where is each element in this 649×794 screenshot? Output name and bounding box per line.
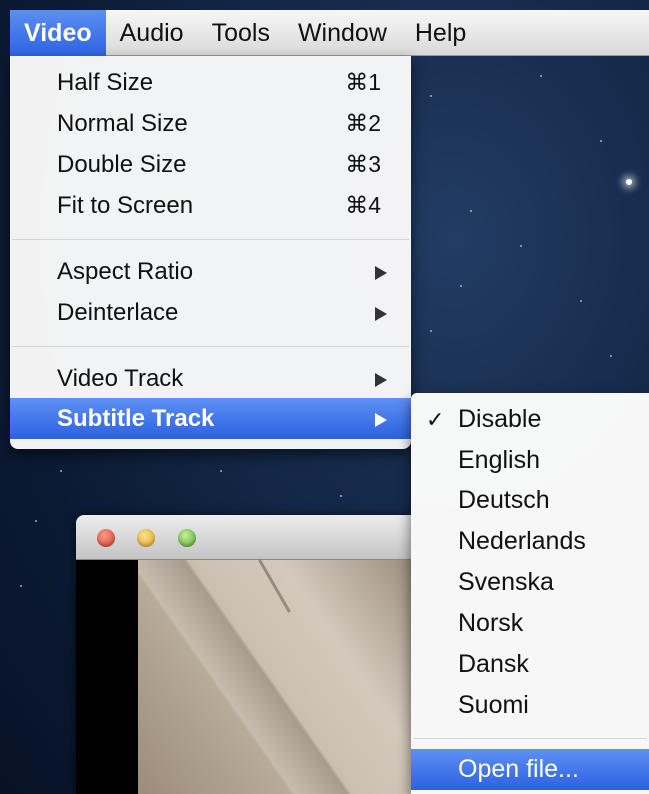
subtitle-option-disable[interactable]: ✓ Disable bbox=[411, 399, 649, 440]
menu-item-label: Subtitle Track bbox=[57, 405, 215, 432]
star bbox=[580, 300, 582, 302]
menu-item-shortcut: ⌘3 bbox=[345, 151, 381, 177]
subtitle-track-submenu: ✓ Disable English Deutsch Nederlands Sve… bbox=[411, 393, 649, 794]
subtitle-option-label: Suomi bbox=[458, 691, 529, 719]
star bbox=[540, 75, 542, 77]
menu-video[interactable]: Video bbox=[10, 9, 106, 56]
subtitle-option-label: Disable bbox=[458, 405, 542, 433]
submenu-arrow-icon bbox=[375, 307, 387, 321]
video-frame bbox=[138, 559, 411, 794]
subtitle-option-label: Nederlands bbox=[458, 527, 586, 555]
bright-star bbox=[626, 179, 632, 185]
submenu-arrow-icon bbox=[375, 266, 387, 280]
menu-item-double-size[interactable]: Double Size ⌘3 bbox=[10, 144, 411, 185]
menu-item-label: Double Size bbox=[57, 151, 187, 178]
menu-window[interactable]: Window bbox=[284, 10, 401, 56]
checkmark-icon: ✓ bbox=[426, 407, 445, 432]
subtitle-option-label: Dansk bbox=[458, 650, 529, 678]
star bbox=[60, 470, 62, 472]
subtitle-option-svenska[interactable]: Svenska bbox=[411, 562, 649, 603]
zoom-window-icon[interactable] bbox=[178, 529, 196, 547]
menu-item-aspect-ratio[interactable]: Aspect Ratio bbox=[10, 251, 411, 292]
subtitle-option-deutsch[interactable]: Deutsch bbox=[411, 480, 649, 521]
menu-item-label: Video Track bbox=[57, 365, 184, 392]
close-window-icon[interactable] bbox=[97, 529, 115, 547]
menu-item-half-size[interactable]: Half Size ⌘1 bbox=[10, 62, 411, 103]
menu-bar: Video Audio Tools Window Help bbox=[10, 9, 649, 56]
player-window[interactable] bbox=[76, 515, 411, 794]
subtitle-option-label: Svenska bbox=[458, 568, 554, 596]
star bbox=[220, 470, 222, 472]
star bbox=[600, 140, 602, 142]
menu-item-fit-to-screen[interactable]: Fit to Screen ⌘4 bbox=[10, 185, 411, 226]
subtitle-option-label: Open file... bbox=[458, 755, 579, 783]
submenu-arrow-icon bbox=[375, 373, 387, 387]
menu-separator bbox=[413, 738, 647, 739]
minimize-window-icon[interactable] bbox=[137, 529, 155, 547]
window-titlebar[interactable] bbox=[76, 515, 411, 560]
menu-item-label: Normal Size bbox=[57, 110, 188, 137]
menu-separator bbox=[12, 346, 409, 347]
menu-tools[interactable]: Tools bbox=[198, 10, 284, 56]
menu-audio[interactable]: Audio bbox=[106, 10, 198, 56]
menu-item-normal-size[interactable]: Normal Size ⌘2 bbox=[10, 103, 411, 144]
menu-item-label: Aspect Ratio bbox=[57, 258, 194, 285]
menu-item-label: Deinterlace bbox=[57, 299, 179, 326]
menu-item-label: Fit to Screen bbox=[57, 192, 194, 219]
menu-item-video-track[interactable]: Video Track bbox=[10, 358, 411, 399]
video-menu: Half Size ⌘1 Normal Size ⌘2 Double Size … bbox=[10, 56, 411, 449]
subtitle-option-nederlands[interactable]: Nederlands bbox=[411, 521, 649, 562]
subtitle-open-file[interactable]: Open file... bbox=[411, 749, 649, 790]
star bbox=[520, 245, 522, 247]
star bbox=[430, 95, 432, 97]
star bbox=[20, 585, 22, 587]
menu-item-shortcut: ⌘1 bbox=[345, 69, 381, 95]
video-detail bbox=[258, 559, 291, 613]
subtitle-option-suomi[interactable]: Suomi bbox=[411, 685, 649, 726]
subtitle-option-label: English bbox=[458, 446, 540, 474]
star bbox=[430, 330, 432, 332]
star bbox=[460, 285, 462, 287]
subtitle-option-dansk[interactable]: Dansk bbox=[411, 644, 649, 685]
star bbox=[470, 210, 472, 212]
menu-item-shortcut: ⌘2 bbox=[345, 110, 381, 136]
subtitle-option-english[interactable]: English bbox=[411, 440, 649, 481]
menu-item-deinterlace[interactable]: Deinterlace bbox=[10, 292, 411, 333]
menu-help[interactable]: Help bbox=[401, 10, 480, 56]
menu-item-subtitle-track[interactable]: Subtitle Track bbox=[10, 398, 411, 439]
menu-item-shortcut: ⌘4 bbox=[345, 192, 381, 218]
star bbox=[340, 495, 342, 497]
menu-separator bbox=[12, 239, 409, 240]
submenu-arrow-icon bbox=[375, 413, 387, 427]
subtitle-option-label: Deutsch bbox=[458, 486, 550, 514]
menu-item-label: Half Size bbox=[57, 69, 154, 96]
star bbox=[610, 355, 612, 357]
subtitle-option-label: Norsk bbox=[458, 609, 524, 637]
subtitle-option-norsk[interactable]: Norsk bbox=[411, 603, 649, 644]
star bbox=[35, 520, 37, 522]
